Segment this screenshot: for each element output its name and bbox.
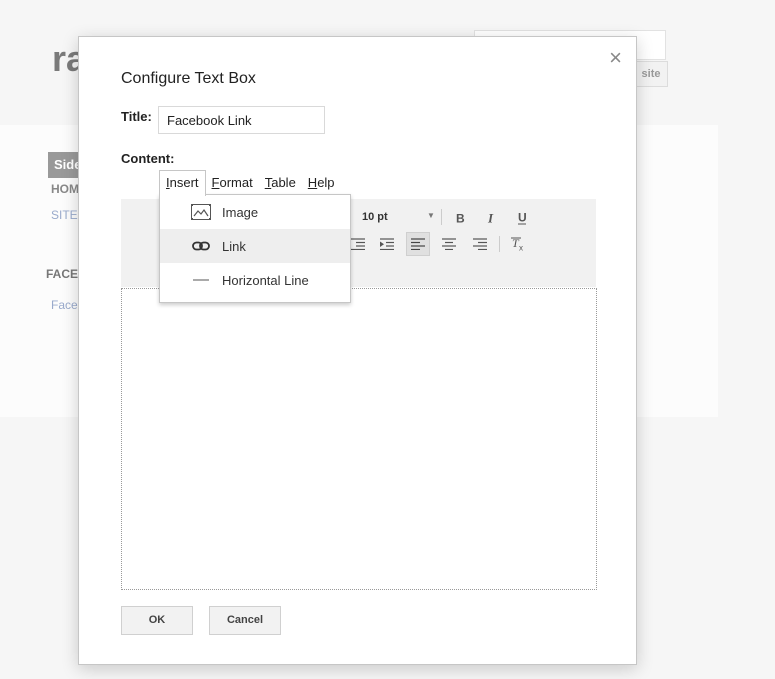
ok-button[interactable]: OK [121, 606, 193, 635]
insert-menu-label: Image [222, 204, 259, 220]
menu-insert-label: nsert [169, 175, 199, 190]
content-label: Content: [121, 151, 175, 166]
svg-text:I: I [487, 211, 494, 225]
sidebar-item-sitemap: SITE [51, 208, 78, 222]
insert-menu-item-image[interactable]: Image [160, 195, 350, 229]
menu-format[interactable]: Format [206, 170, 259, 196]
content-editor-area[interactable] [121, 288, 597, 590]
align-center-icon[interactable] [437, 232, 461, 256]
align-left-icon[interactable] [406, 232, 430, 256]
close-icon[interactable]: × [609, 47, 622, 69]
configure-text-box-dialog: × Configure Text Box Title: Content: Ins… [78, 36, 637, 665]
insert-menu-item-horizontal-line[interactable]: Horizontal Line [160, 263, 350, 297]
clear-formatting-icon[interactable]: Tx [506, 232, 530, 256]
menu-help-label: elp [317, 175, 335, 190]
link-icon [190, 241, 212, 251]
bold-icon[interactable]: B [448, 206, 472, 230]
menu-table[interactable]: Table [259, 170, 302, 196]
align-right-icon[interactable] [468, 232, 492, 256]
toolbar-divider [441, 209, 442, 225]
insert-menu-label: Link [222, 238, 246, 254]
editor-menubar: Insert Format Table Help [159, 170, 341, 196]
svg-text:x: x [519, 244, 523, 252]
menu-table-label: able [271, 175, 296, 190]
chevron-down-icon[interactable]: ▼ [427, 211, 435, 220]
font-size-select[interactable]: 10 pt [362, 211, 388, 223]
toolbar-divider [499, 236, 500, 252]
dialog-title: Configure Text Box [121, 70, 256, 87]
sidebar-section-link: Face [51, 298, 78, 312]
sidebar-section-heading: FACE [46, 267, 79, 281]
underline-icon[interactable]: U [510, 206, 534, 230]
menu-help-accel: H [307, 175, 318, 190]
title-label: Title: [121, 109, 152, 124]
sidebar-item-home: HOM [51, 182, 79, 196]
indent-icon[interactable] [375, 232, 399, 256]
cancel-button[interactable]: Cancel [209, 606, 281, 635]
svg-text:B: B [456, 212, 465, 226]
image-icon [190, 204, 212, 220]
site-search-button: site [634, 61, 668, 87]
italic-icon[interactable]: I [479, 206, 503, 230]
insert-menu-item-link[interactable]: Link [160, 229, 350, 263]
menu-insert[interactable]: Insert [159, 170, 206, 196]
insert-menu-dropdown: Image Link Horizontal Line [159, 194, 351, 303]
svg-text:U: U [518, 211, 527, 225]
menu-format-label: ormat [219, 175, 253, 190]
title-input[interactable] [158, 106, 325, 134]
horizontal-line-icon [190, 278, 212, 282]
insert-menu-label: Horizontal Line [222, 272, 309, 288]
menu-help[interactable]: Help [302, 170, 341, 196]
